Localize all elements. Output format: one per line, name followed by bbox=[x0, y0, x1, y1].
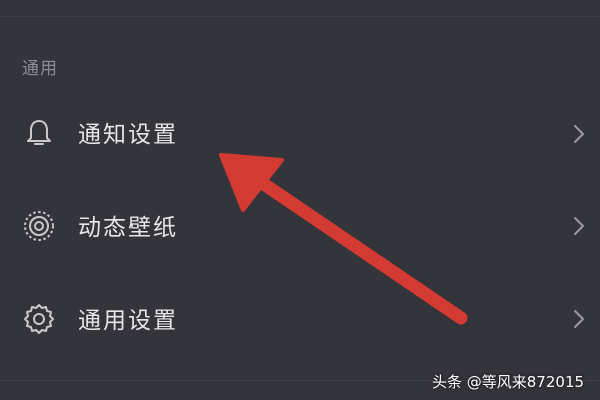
settings-item-label: 通知设置 bbox=[78, 122, 178, 148]
top-divider bbox=[0, 16, 600, 17]
chevron-right-icon bbox=[574, 217, 584, 235]
settings-item-label: 动态壁纸 bbox=[78, 215, 178, 241]
watermark: 头条 @等风来872015 bbox=[432, 373, 585, 391]
settings-item-label: 通用设置 bbox=[78, 308, 178, 334]
settings-item-live-wallpaper[interactable]: 动态壁纸 bbox=[0, 188, 600, 268]
chevron-right-icon bbox=[574, 310, 584, 328]
settings-item-notifications[interactable]: 通知设置 bbox=[0, 96, 600, 176]
bell-icon bbox=[27, 120, 51, 145]
chevron-right-icon bbox=[574, 125, 584, 143]
settings-screen: 通用 通知设置 动态壁纸 通用设置 头条 @等风来872015 bbox=[0, 0, 600, 400]
settings-item-general[interactable]: 通用设置 bbox=[0, 280, 600, 360]
section-header-general: 通用 bbox=[22, 59, 58, 79]
live-wallpaper-icon bbox=[24, 211, 54, 241]
gear-icon bbox=[24, 304, 54, 334]
